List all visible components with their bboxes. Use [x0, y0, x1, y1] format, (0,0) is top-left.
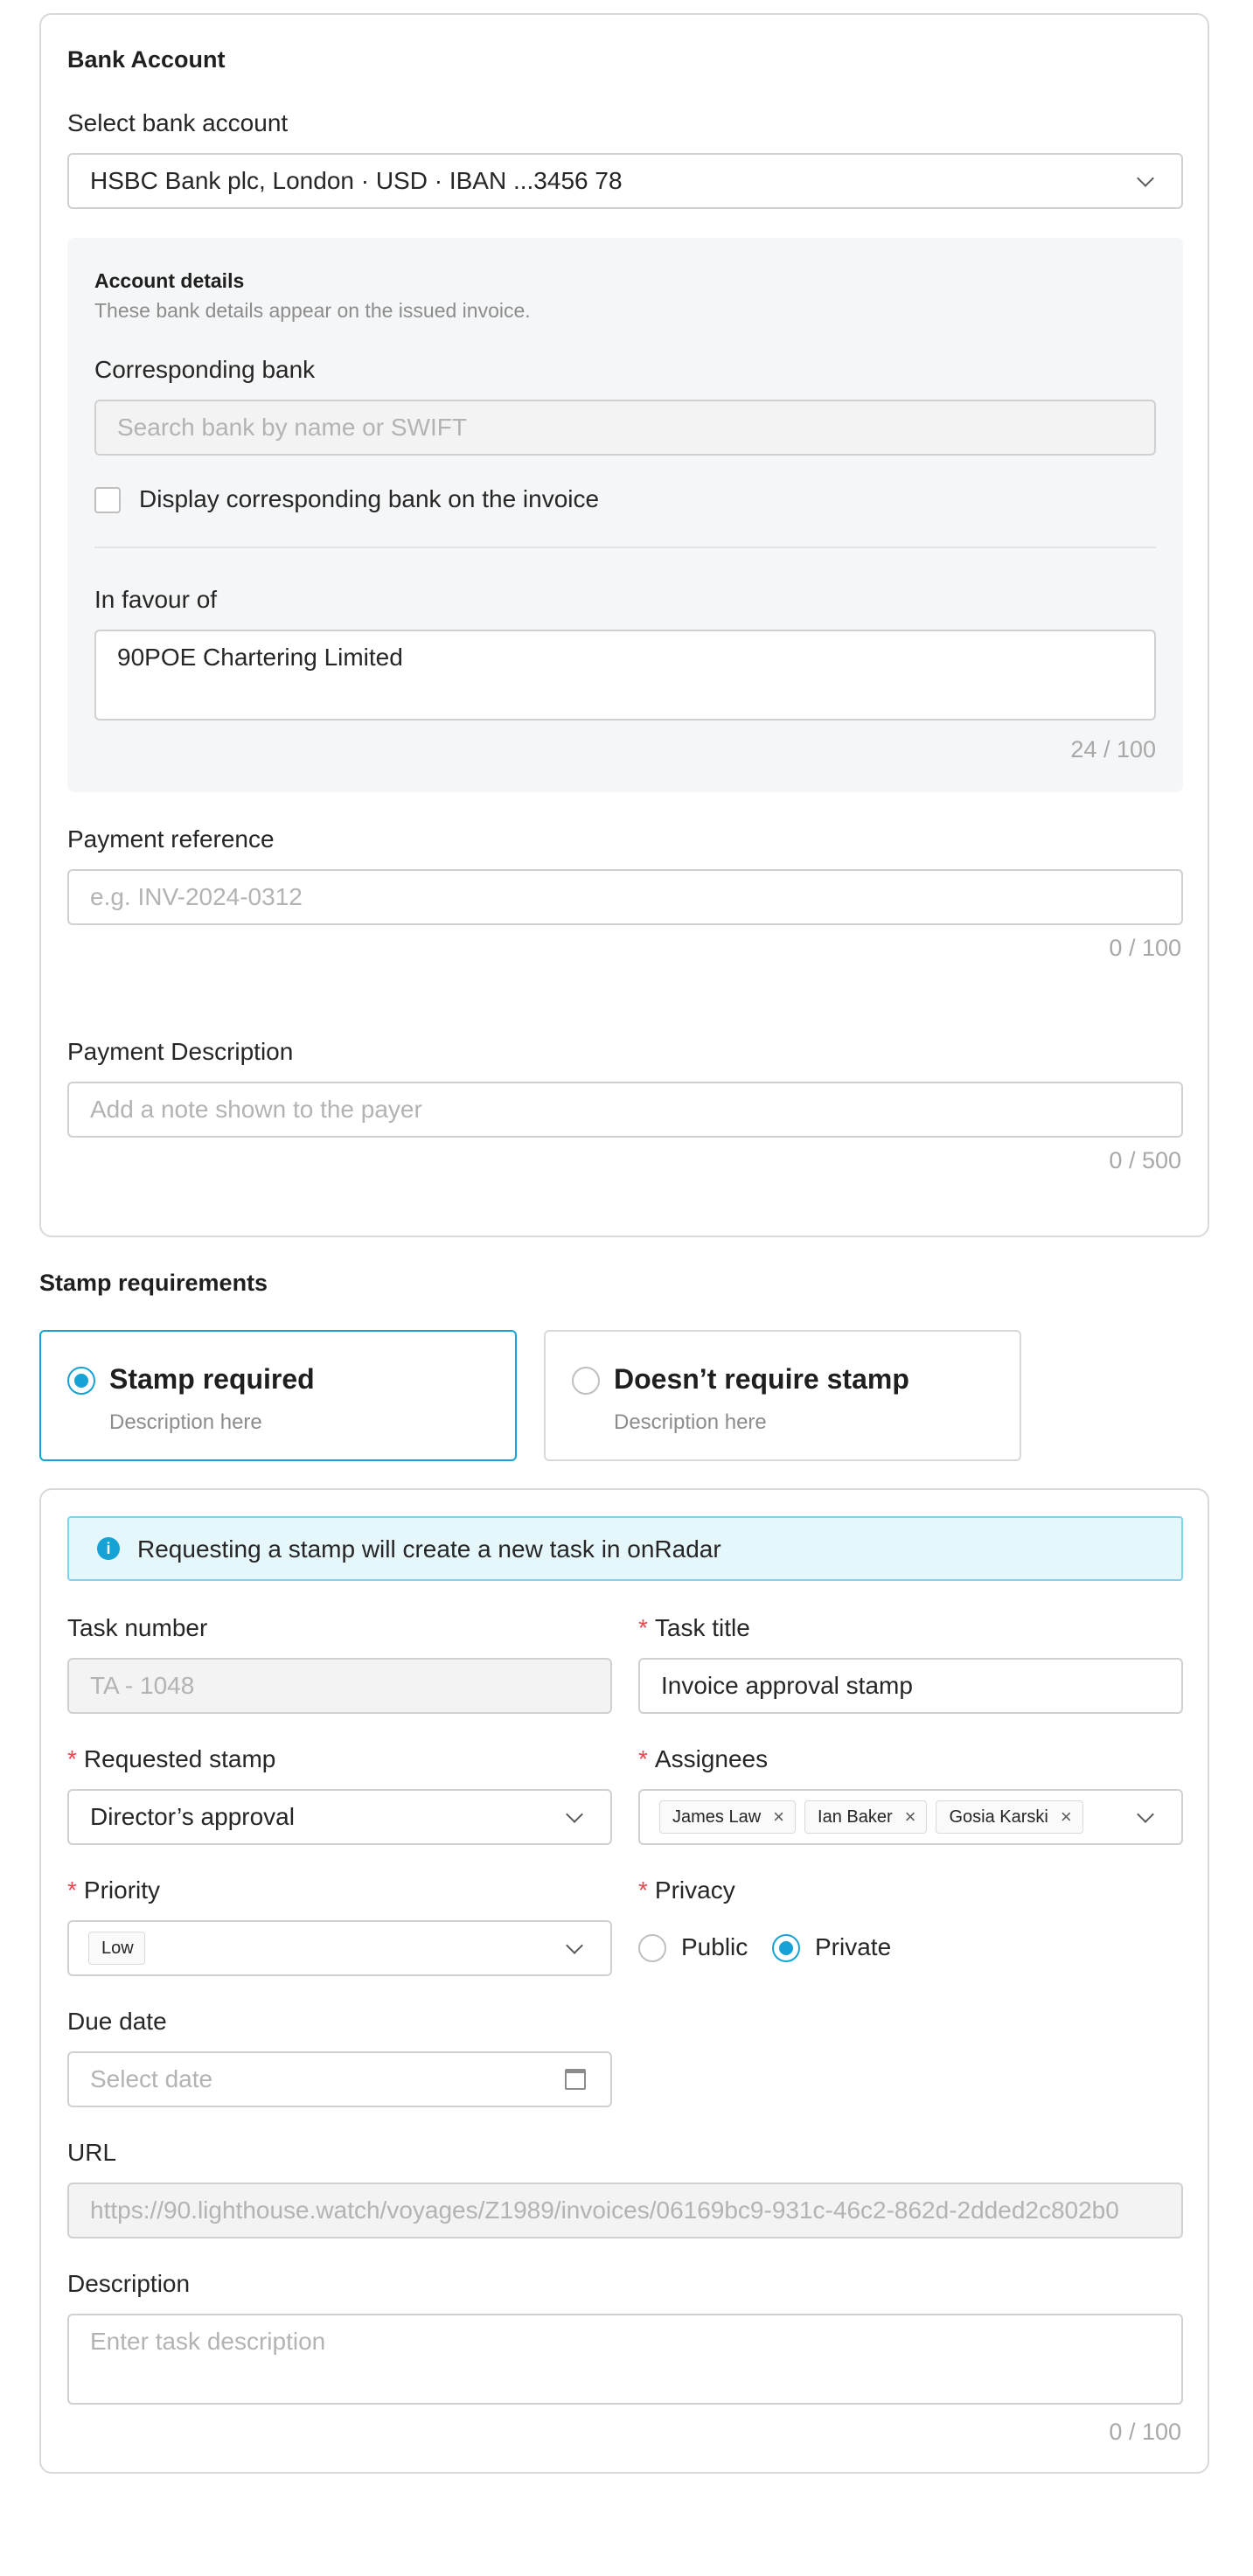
payment-description-input[interactable]: Add a note shown to the payer [67, 1082, 1183, 1138]
priority-tag: Low [88, 1932, 145, 1965]
requested-stamp-value: Director’s approval [90, 1803, 295, 1830]
corresponding-bank-placeholder: Search bank by name or SWIFT [117, 414, 467, 441]
payment-reference-placeholder: e.g. INV-2024-0312 [90, 883, 303, 910]
requested-stamp-label: * Requested stamp [67, 1745, 275, 1773]
bank-account-select[interactable]: HSBC Bank plc, London · USD · IBAN ...34… [67, 153, 1183, 209]
required-mark: * [638, 1614, 648, 1641]
assignees-select[interactable]: James Law × Ian Baker × Gosia Karski × [638, 1789, 1183, 1845]
stamp-required-option[interactable]: Stamp required Description here [39, 1330, 517, 1461]
chevron-down-icon [1137, 170, 1154, 187]
account-details-subtitle: These bank details appear on the issued … [94, 299, 531, 322]
info-banner-text: Requesting a stamp will create a new tas… [137, 1535, 721, 1563]
task-title-value: Invoice approval stamp [661, 1672, 913, 1699]
bank-account-title: Bank Account [67, 46, 226, 73]
assignee-name: James Law [672, 1807, 762, 1827]
stamp-required-radio[interactable] [67, 1367, 95, 1395]
stamp-requirements-title: Stamp requirements [39, 1270, 268, 1296]
display-corresponding-checkbox[interactable] [94, 487, 121, 513]
in-favour-of-value: 90POE Chartering Limited [117, 644, 403, 671]
stamp-task-card: i Requesting a stamp will create a new t… [39, 1488, 1209, 2474]
corresponding-bank-input[interactable]: Search bank by name or SWIFT [94, 400, 1156, 456]
requested-stamp-select[interactable]: Director’s approval [67, 1789, 612, 1845]
task-title-label: * Task title [638, 1614, 750, 1642]
url-value: https://90.lighthouse.watch/voyages/Z198… [90, 2197, 1119, 2224]
privacy-private-radio[interactable] [772, 1934, 800, 1962]
required-mark: * [67, 1745, 77, 1772]
close-icon[interactable]: × [1061, 1791, 1072, 1843]
url-label: URL [67, 2139, 117, 2166]
no-stamp-option[interactable]: Doesn’t require stamp Description here [544, 1330, 1021, 1461]
payment-description-placeholder: Add a note shown to the payer [90, 1096, 422, 1123]
task-title-label-text: Task title [654, 1614, 750, 1641]
bank-account-card: Bank Account Select bank account HSBC Ba… [39, 13, 1209, 1237]
payment-description-label: Payment Description [67, 1038, 294, 1065]
description-counter: 0 / 100 [1109, 2419, 1181, 2445]
stamp-required-description: Description here [109, 1410, 262, 1434]
priority-label-text: Priority [83, 1876, 161, 1904]
info-icon: i [97, 1537, 120, 1560]
bank-account-selected-value: HSBC Bank plc, London · USD · IBAN ...34… [90, 167, 623, 194]
privacy-public-label: Public [681, 1933, 748, 1960]
privacy-label: * Privacy [638, 1876, 735, 1904]
assignee-tag: Ian Baker × [804, 1800, 928, 1834]
privacy-private-label: Private [815, 1933, 892, 1960]
due-date-input[interactable]: Select date [67, 2051, 612, 2107]
payment-reference-input[interactable]: e.g. INV-2024-0312 [67, 869, 1183, 925]
account-details-title: Account details [94, 269, 245, 292]
assignee-tag: Gosia Karski × [936, 1800, 1083, 1834]
calendar-icon[interactable] [565, 2069, 586, 2090]
corresponding-bank-label: Corresponding bank [94, 356, 316, 383]
payment-reference-label: Payment reference [67, 825, 275, 853]
close-icon[interactable]: × [905, 1791, 916, 1843]
chevron-down-icon [566, 1937, 583, 1954]
no-stamp-title: Doesn’t require stamp [614, 1363, 909, 1395]
description-placeholder: Enter task description [90, 2328, 326, 2355]
url-input: https://90.lighthouse.watch/voyages/Z198… [67, 2183, 1183, 2238]
stamp-required-title: Stamp required [109, 1363, 315, 1395]
in-favour-of-counter: 24 / 100 [1070, 736, 1156, 762]
divider [94, 547, 1156, 548]
required-mark: * [638, 1876, 648, 1904]
due-date-placeholder: Select date [90, 2065, 213, 2092]
assignee-tag: James Law × [659, 1800, 797, 1834]
required-mark: * [67, 1876, 77, 1904]
no-stamp-radio[interactable] [572, 1367, 600, 1395]
info-banner: i Requesting a stamp will create a new t… [67, 1516, 1183, 1581]
in-favour-of-textarea[interactable]: 90POE Chartering Limited [94, 630, 1156, 721]
requested-stamp-label-text: Requested stamp [83, 1745, 276, 1772]
description-textarea[interactable]: Enter task description [67, 2314, 1183, 2405]
privacy-label-text: Privacy [654, 1876, 735, 1904]
task-number-value: TA - 1048 [90, 1672, 195, 1699]
chevron-down-icon [566, 1806, 583, 1823]
assignee-name: Gosia Karski [949, 1807, 1048, 1827]
assignee-name: Ian Baker [818, 1807, 893, 1827]
priority-select[interactable]: Low [67, 1920, 612, 1976]
chevron-down-icon [1137, 1806, 1154, 1823]
in-favour-of-label: In favour of [94, 586, 218, 613]
priority-label: * Priority [67, 1876, 160, 1904]
task-title-input[interactable]: Invoice approval stamp [638, 1658, 1183, 1714]
required-mark: * [638, 1745, 648, 1772]
assignees-label-text: Assignees [654, 1745, 769, 1772]
no-stamp-description: Description here [614, 1410, 767, 1434]
due-date-label: Due date [67, 2008, 167, 2035]
description-label: Description [67, 2270, 191, 2297]
task-number-label: Task number [67, 1614, 208, 1641]
display-corresponding-label: Display corresponding bank on the invoic… [139, 485, 600, 512]
payment-description-counter: 0 / 500 [1109, 1147, 1181, 1173]
close-icon[interactable]: × [773, 1791, 784, 1843]
payment-reference-counter: 0 / 100 [1109, 935, 1181, 961]
select-bank-account-label: Select bank account [67, 109, 289, 136]
privacy-public-radio[interactable] [638, 1934, 666, 1962]
assignees-label: * Assignees [638, 1745, 768, 1773]
task-number-input: TA - 1048 [67, 1658, 612, 1714]
account-details-panel: Account details These bank details appea… [67, 238, 1183, 792]
